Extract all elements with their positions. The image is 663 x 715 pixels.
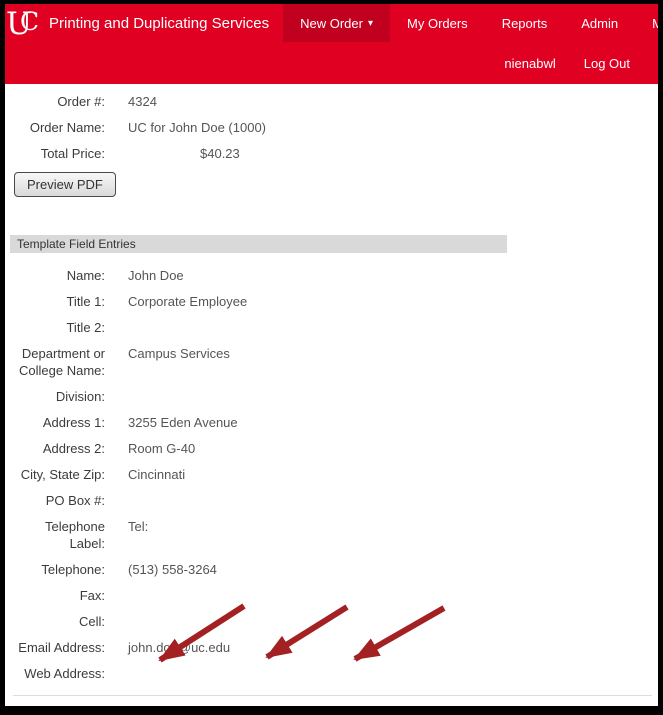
field-label: Cell: [10,613,105,630]
field-label: Telephone: [10,561,105,578]
field-value: Campus Services [128,345,230,379]
field-label: PO Box #: [10,492,105,509]
uc-monogram-icon: U C [5,5,43,41]
app-header: U C Printing and Duplicating Services Ne… [5,4,658,84]
field-row-web-address: Web Address: [10,665,658,682]
field-row-title1: Title 1: Corporate Employee [10,293,658,310]
field-row-telephone: Telephone: (513) 558-3264 [10,561,658,578]
field-label: Address 2: [10,440,105,457]
field-label: Name: [10,267,105,284]
nav-label: Admin [581,16,618,31]
field-row-order-number: Order #: 4324 [10,93,658,110]
order-detail-content: Order #: 4324 Order Name: UC for John Do… [5,84,658,706]
field-row-address1: Address 1: 3255 Eden Avenue [10,414,658,431]
brand-title[interactable]: Printing and Duplicating Services [49,4,269,42]
page: U C Printing and Duplicating Services Ne… [5,4,658,706]
nav-label: More [652,16,658,31]
field-row-division: Division: [10,388,658,405]
field-value: UC for John Doe (1000) [128,119,266,136]
field-value: john.doe@uc.edu [128,639,230,656]
nav-label: My Orders [407,16,468,31]
field-row-po-box: PO Box #: [10,492,658,509]
field-row-address2: Address 2: Room G-40 [10,440,658,457]
field-label: Division: [10,388,105,405]
nav-item-more[interactable]: More ▾ [635,4,658,42]
field-label: Fax: [10,587,105,604]
field-row-email: Email Address: john.doe@uc.edu [10,639,658,656]
preview-pdf-button[interactable]: Preview PDF [14,172,116,197]
nav-item-admin[interactable]: Admin [564,4,635,42]
nav-label: Reports [502,16,548,31]
username-link[interactable]: nienabwl [490,56,569,71]
field-label: Order Name: [10,119,105,136]
field-row-fax: Fax: [10,587,658,604]
field-label: City, State Zip: [10,466,105,483]
field-label: Title 2: [10,319,105,336]
uc-logo-icon[interactable]: U C [5,4,43,42]
field-label: Address 1: [10,414,105,431]
field-label: Department or College Name: [10,345,105,379]
svg-text:C: C [20,7,39,36]
field-value: Tel: [128,518,148,552]
field-label: Total Price: [10,145,105,162]
field-row-total-price: Total Price: $40.23 [10,145,658,162]
field-label: Order #: [10,93,105,110]
navbar: U C Printing and Duplicating Services Ne… [5,4,658,42]
field-row-department: Department or College Name: Campus Servi… [10,345,658,379]
main-nav: New Order ▾ My Orders Reports Admin More… [283,4,658,42]
field-label: Title 1: [10,293,105,310]
field-value: Cincinnati [128,466,185,483]
field-row-telephone-label: Telephone Label: Tel: [10,518,658,552]
field-value: 4324 [128,93,157,110]
nav-item-my-orders[interactable]: My Orders [390,4,485,42]
field-value: (513) 558-3264 [128,561,217,578]
footer-divider [13,695,652,696]
field-value: 3255 Eden Avenue [128,414,238,431]
field-value: $40.23 [200,145,240,162]
field-row-title2: Title 2: [10,319,658,336]
field-label: Telephone Label: [10,518,105,552]
caret-down-icon: ▾ [368,18,373,29]
field-value: John Doe [128,267,184,284]
field-value: Room G-40 [128,440,195,457]
field-label: Email Address: [10,639,105,656]
field-label: Web Address: [10,665,105,682]
nav-item-reports[interactable]: Reports [485,4,565,42]
template-section-header: Template Field Entries [10,235,507,253]
field-row-city-state-zip: City, State Zip: Cincinnati [10,466,658,483]
nav-item-new-order[interactable]: New Order ▾ [283,4,390,42]
navbar-secondary: nienabwl Log Out [5,42,658,84]
logout-link[interactable]: Log Out [570,56,644,71]
nav-label: New Order [300,16,363,31]
field-row-order-name: Order Name: UC for John Doe (1000) [10,119,658,136]
field-value: Corporate Employee [128,293,247,310]
field-row-name: Name: John Doe [10,267,658,284]
field-row-cell: Cell: [10,613,658,630]
